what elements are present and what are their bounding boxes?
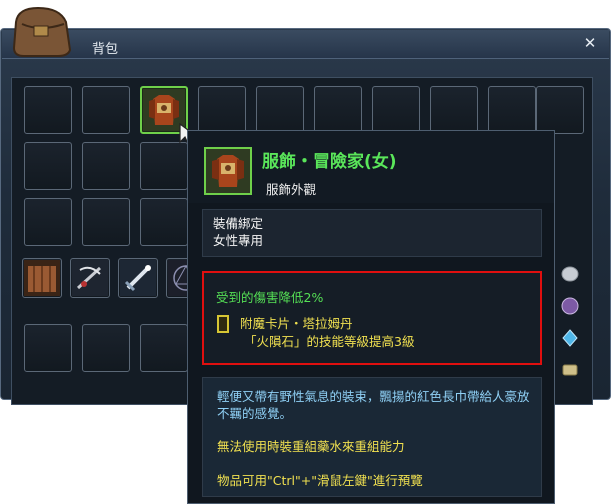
restriction-note: 無法使用時裝重組藥水來重組能力 [217, 439, 405, 454]
inventory-slot[interactable] [24, 198, 72, 246]
item-tooltip: 服飾・冒險家(女) 服飾外觀 裝備綁定 女性專用 受到的傷害降低2% 附魔卡片・… [187, 130, 555, 504]
inventory-slot[interactable] [82, 198, 130, 246]
bag-icon [12, 6, 72, 57]
enchant-card-icon [217, 315, 229, 333]
item-name: 服飾・冒險家(女) [262, 152, 397, 172]
crossbow-icon [72, 260, 108, 296]
preview-hint: 物品可用"Ctrl"+"滑鼠左鍵"進行預覽 [217, 473, 423, 488]
inventory-slot[interactable] [140, 324, 188, 372]
inventory-slot[interactable] [140, 198, 188, 246]
stats-highlight-box: 受到的傷害降低2% 附魔卡片・塔拉姆丹 「火隕石」的技能等級提高3級 [202, 271, 542, 365]
purple-orb-icon [561, 297, 579, 315]
description-box: 輕便又帶有野性氣息的裝束，飄揚的紅色長巾帶給人豪放不羈的感覺。 無法使用時裝重組… [202, 377, 542, 497]
inventory-slot[interactable] [488, 86, 536, 134]
enchant-name: 附魔卡片・塔拉姆丹 [240, 316, 353, 331]
blue-crystal-icon [562, 329, 578, 347]
inventory-slot[interactable] [82, 142, 130, 190]
inventory-slot-crossbow[interactable] [70, 258, 110, 298]
costume-icon [206, 149, 250, 193]
window-title: 背包 [92, 42, 119, 57]
gender-line: 女性專用 [213, 233, 264, 248]
enchant-effect: 「火隕石」的技能等級提高3級 [244, 334, 415, 349]
inventory-slot[interactable] [198, 86, 246, 134]
inventory-slot-wood[interactable] [22, 258, 62, 298]
inventory-slot[interactable] [314, 86, 362, 134]
binding-info: 裝備綁定 女性專用 [202, 209, 542, 257]
inventory-slot[interactable] [82, 86, 130, 134]
inventory-slot[interactable] [24, 142, 72, 190]
tooltip-item-icon [204, 147, 252, 195]
stat-line: 受到的傷害降低2% [216, 290, 324, 305]
scroll-icon [562, 364, 578, 376]
sword-icon [120, 260, 156, 296]
silver-coin-icon [561, 266, 579, 282]
item-description: 輕便又帶有野性氣息的裝束，飄揚的紅色長巾帶給人豪放不羈的感覺。 [217, 389, 530, 421]
inventory-slot[interactable] [372, 86, 420, 134]
wood-plank-icon [24, 260, 60, 296]
inventory-slot[interactable] [536, 86, 584, 134]
inventory-slot-sword[interactable] [118, 258, 158, 298]
title-bar[interactable]: 背包 ✕ [2, 30, 609, 59]
inventory-slot[interactable] [82, 324, 130, 372]
item-type: 服飾外觀 [266, 182, 317, 197]
close-icon[interactable]: ✕ [581, 34, 599, 52]
bind-line: 裝備綁定 [213, 216, 264, 231]
inventory-slot[interactable] [140, 142, 188, 190]
inventory-slot[interactable] [24, 324, 72, 372]
tooltip-header: 服飾・冒險家(女) 服飾外觀 [188, 131, 554, 203]
inventory-slot[interactable] [24, 86, 72, 134]
inventory-slot[interactable] [256, 86, 304, 134]
inventory-slot[interactable] [430, 86, 478, 134]
